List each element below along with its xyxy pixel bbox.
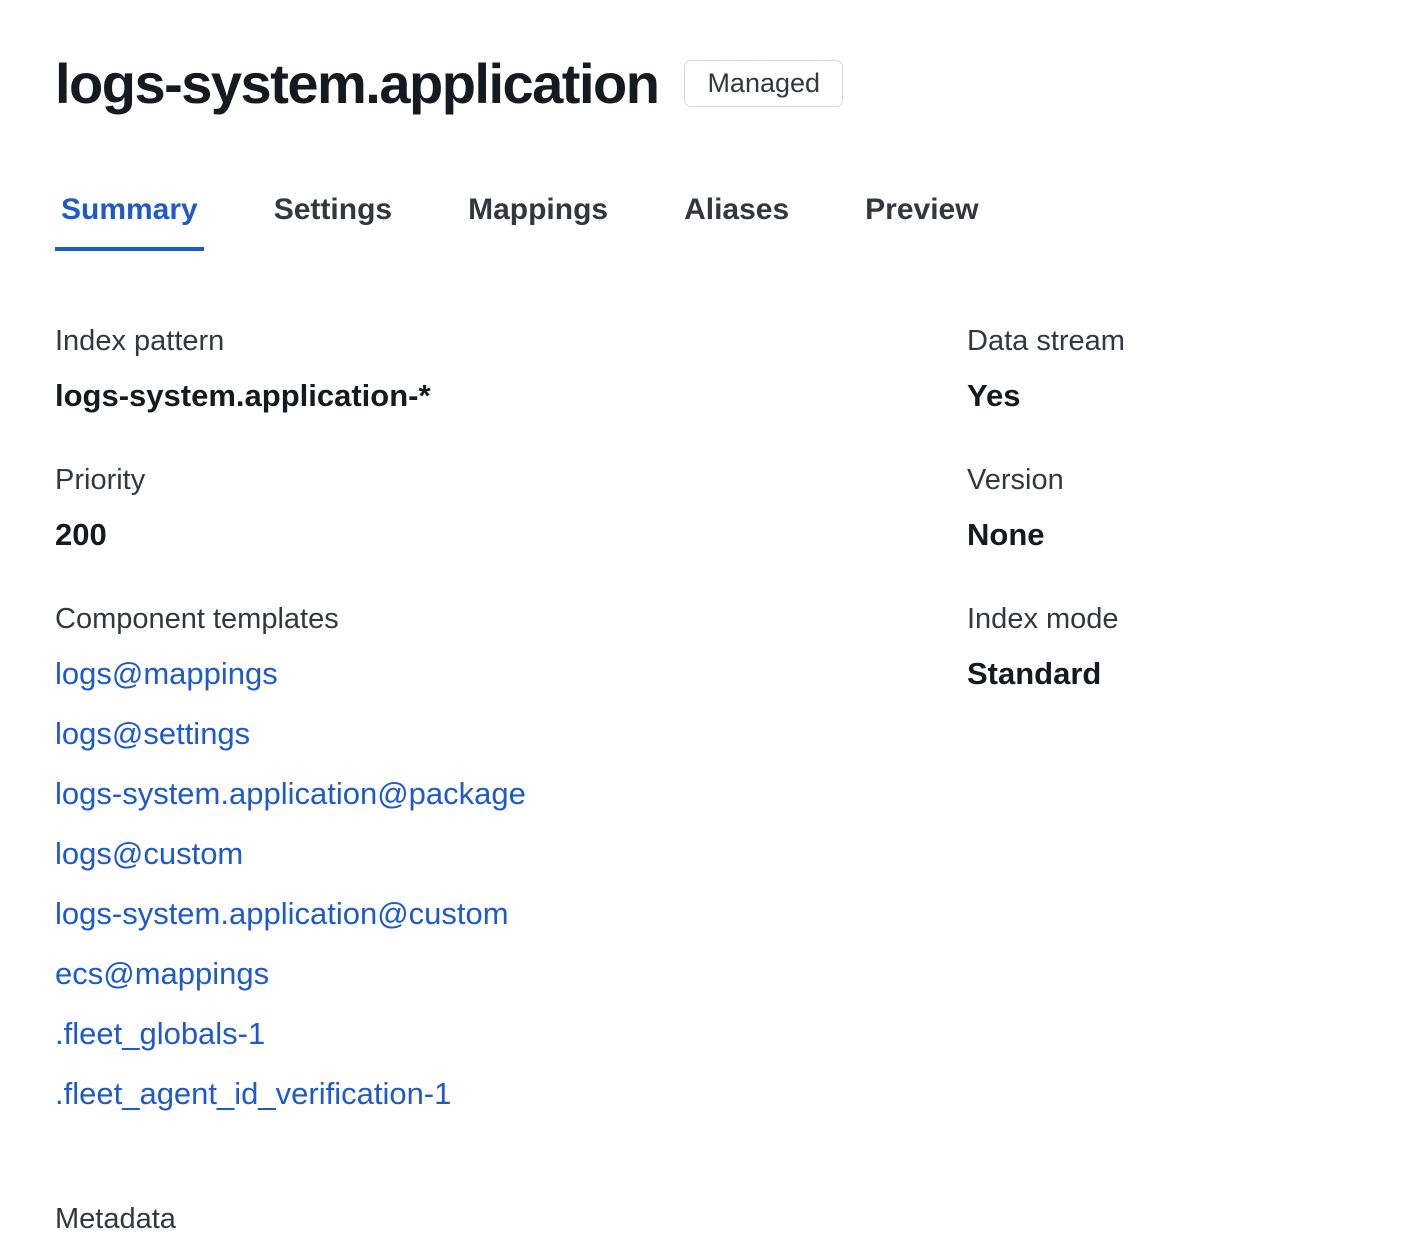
component-template-link[interactable]: logs@custom bbox=[55, 835, 967, 873]
component-template-link[interactable]: .fleet_globals-1 bbox=[55, 1015, 967, 1053]
version-group: Version None bbox=[967, 462, 1371, 555]
index-mode-label: Index mode bbox=[967, 601, 1371, 637]
priority-value: 200 bbox=[55, 516, 967, 555]
component-template-link[interactable]: logs-system.application@custom bbox=[55, 895, 967, 933]
component-templates-label: Component templates bbox=[55, 601, 967, 637]
priority-group: Priority 200 bbox=[55, 462, 967, 555]
data-stream-group: Data stream Yes bbox=[967, 323, 1371, 416]
summary-content: Index pattern logs-system.application-* … bbox=[55, 323, 1371, 1159]
component-template-link[interactable]: ecs@mappings bbox=[55, 955, 967, 993]
component-template-link[interactable]: logs-system.application@package bbox=[55, 775, 967, 813]
index-pattern-label: Index pattern bbox=[55, 323, 967, 359]
tab-preview[interactable]: Preview bbox=[859, 193, 984, 251]
page-title: logs-system.application bbox=[55, 50, 658, 117]
version-label: Version bbox=[967, 462, 1371, 498]
index-pattern-value: logs-system.application-* bbox=[55, 377, 967, 416]
version-value: None bbox=[967, 516, 1371, 555]
component-template-link[interactable]: logs@mappings bbox=[55, 655, 967, 693]
component-template-link[interactable]: .fleet_agent_id_verification-1 bbox=[55, 1075, 967, 1113]
metadata-label: Metadata bbox=[55, 1201, 1371, 1237]
header: logs-system.application Managed bbox=[55, 50, 1371, 117]
index-pattern-group: Index pattern logs-system.application-* bbox=[55, 323, 967, 416]
tab-summary[interactable]: Summary bbox=[55, 193, 204, 251]
template-details-panel: logs-system.application Managed Summary … bbox=[0, 0, 1426, 1238]
component-templates-list: logs@mappings logs@settings logs-system.… bbox=[55, 655, 967, 1113]
data-stream-label: Data stream bbox=[967, 323, 1371, 359]
tab-bar: Summary Settings Mappings Aliases Previe… bbox=[55, 193, 1371, 251]
component-template-link[interactable]: logs@settings bbox=[55, 715, 967, 753]
managed-badge: Managed bbox=[684, 60, 843, 108]
tab-aliases[interactable]: Aliases bbox=[678, 193, 795, 251]
index-mode-value: Standard bbox=[967, 655, 1371, 694]
priority-label: Priority bbox=[55, 462, 967, 498]
summary-right-column: Data stream Yes Version None Index mode … bbox=[967, 323, 1371, 740]
data-stream-value: Yes bbox=[967, 377, 1371, 416]
summary-left-column: Index pattern logs-system.application-* … bbox=[55, 323, 967, 1159]
metadata-section: Metadata bbox=[55, 1201, 1371, 1238]
tab-settings[interactable]: Settings bbox=[268, 193, 398, 251]
index-mode-group: Index mode Standard bbox=[967, 601, 1371, 694]
component-templates-group: Component templates logs@mappings logs@s… bbox=[55, 601, 967, 1113]
tab-mappings[interactable]: Mappings bbox=[462, 193, 614, 251]
